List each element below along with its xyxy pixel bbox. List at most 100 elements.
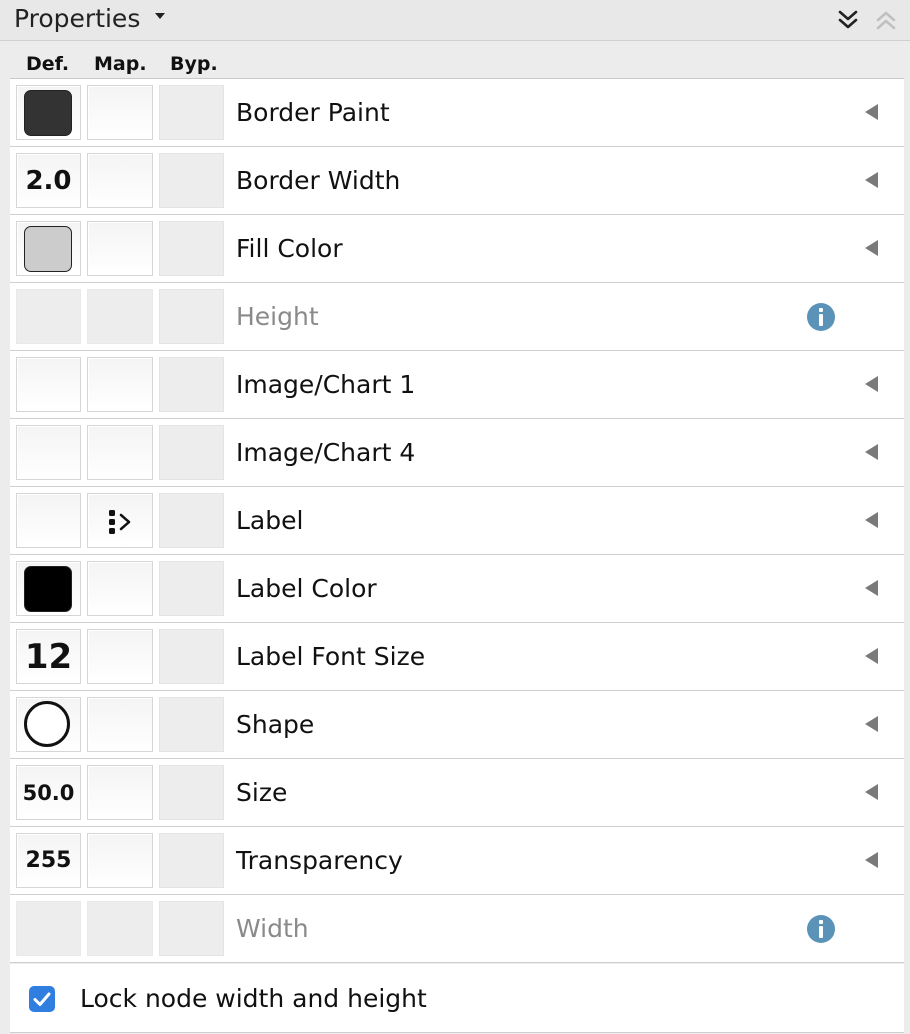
passthrough-mapping-icon — [109, 510, 131, 534]
default-value-cell[interactable] — [16, 221, 81, 276]
default-value-cell[interactable] — [16, 85, 81, 140]
expand-arrow-icon[interactable] — [865, 580, 878, 596]
property-table: Border Paint 2.0 Border Width Fill Color Hei… — [10, 78, 904, 963]
default-value-cell[interactable]: 50.0 — [16, 765, 81, 820]
bypass-cell[interactable] — [159, 697, 224, 752]
lock-size-row: Lock node width and height — [10, 964, 904, 1033]
property-row[interactable]: Fill Color — [10, 215, 904, 283]
default-value-cell[interactable] — [16, 425, 81, 480]
property-name: Label — [236, 506, 304, 535]
mapping-cell — [87, 901, 153, 956]
ellipse-shape-icon — [24, 701, 70, 747]
default-value-cell[interactable] — [16, 561, 81, 616]
bypass-cell[interactable] — [159, 765, 224, 820]
expand-arrow-icon[interactable] — [865, 852, 878, 868]
property-row[interactable]: Image/Chart 1 — [10, 351, 904, 419]
column-headers: Def. Map. Byp. — [0, 40, 910, 78]
expand-arrow-icon[interactable] — [865, 104, 878, 120]
property-name: Size — [236, 778, 288, 807]
bypass-cell[interactable] — [159, 493, 224, 548]
expand-arrow-icon[interactable] — [865, 172, 878, 188]
info-icon[interactable] — [807, 915, 835, 943]
expand-arrow-icon[interactable] — [865, 376, 878, 392]
property-name: Fill Color — [236, 234, 343, 263]
property-row[interactable]: Label Color — [10, 555, 904, 623]
properties-header: Properties — [0, 0, 910, 41]
property-row[interactable]: Height — [10, 283, 904, 351]
info-icon[interactable] — [807, 303, 835, 331]
expand-arrow-icon[interactable] — [865, 512, 878, 528]
expand-arrow-icon[interactable] — [865, 648, 878, 664]
double-chevron-down-icon[interactable] — [836, 8, 860, 32]
property-name: Width — [236, 914, 309, 943]
default-value-cell[interactable]: 2.0 — [16, 153, 81, 208]
property-row[interactable]: Image/Chart 4 — [10, 419, 904, 487]
default-value-text: 255 — [25, 848, 72, 873]
double-chevron-up-icon[interactable] — [874, 8, 898, 32]
default-value-cell[interactable] — [16, 357, 81, 412]
mapping-cell[interactable] — [87, 493, 153, 548]
default-value-cell — [16, 901, 81, 956]
mapping-cell[interactable] — [87, 153, 153, 208]
property-row[interactable]: Border Paint — [10, 79, 904, 147]
bypass-cell — [159, 901, 224, 956]
bypass-cell[interactable] — [159, 357, 224, 412]
bypass-cell[interactable] — [159, 85, 224, 140]
default-value-cell[interactable] — [16, 697, 81, 752]
bypass-cell — [159, 289, 224, 344]
property-row[interactable]: Width — [10, 895, 904, 963]
mapping-cell[interactable] — [87, 357, 153, 412]
default-value-cell[interactable]: 12 — [16, 629, 81, 684]
column-header-byp: Byp. — [170, 53, 218, 75]
expand-arrow-icon[interactable] — [865, 784, 878, 800]
column-header-def: Def. — [26, 53, 70, 75]
property-row[interactable]: 255 Transparency — [10, 827, 904, 895]
mapping-cell — [87, 289, 153, 344]
default-value-text: 50.0 — [22, 780, 75, 805]
expand-arrow-icon[interactable] — [865, 240, 878, 256]
mapping-cell[interactable] — [87, 697, 153, 752]
mapping-cell[interactable] — [87, 85, 153, 140]
lock-size-label[interactable]: Lock node width and height — [80, 983, 427, 1015]
checkmark-icon — [33, 992, 51, 1006]
property-name: Shape — [236, 710, 315, 739]
property-name: Border Width — [236, 166, 401, 195]
property-name: Label Font Size — [236, 642, 426, 671]
bypass-cell[interactable] — [159, 629, 224, 684]
color-swatch — [24, 90, 72, 136]
bypass-cell[interactable] — [159, 833, 224, 888]
default-value-text: 2.0 — [25, 165, 72, 196]
property-name: Transparency — [236, 846, 403, 875]
bypass-cell[interactable] — [159, 561, 224, 616]
mapping-cell[interactable] — [87, 561, 153, 616]
mapping-cell[interactable] — [87, 425, 153, 480]
mapping-cell[interactable] — [87, 221, 153, 276]
bypass-cell[interactable] — [159, 425, 224, 480]
lock-size-checkbox[interactable] — [29, 986, 55, 1012]
color-swatch — [24, 226, 72, 272]
property-row[interactable]: Label — [10, 487, 904, 555]
default-value-cell[interactable] — [16, 493, 81, 548]
property-name: Border Paint — [236, 98, 390, 127]
bypass-cell[interactable] — [159, 221, 224, 276]
property-row[interactable]: 12 Label Font Size — [10, 623, 904, 691]
panel-title[interactable]: Properties — [14, 3, 140, 35]
property-name: Image/Chart 4 — [236, 438, 416, 467]
color-swatch — [24, 566, 72, 612]
property-name: Height — [236, 302, 319, 331]
property-name: Image/Chart 1 — [236, 370, 416, 399]
mapping-cell[interactable] — [87, 765, 153, 820]
property-row[interactable]: 2.0 Border Width — [10, 147, 904, 215]
column-header-map: Map. — [94, 53, 147, 75]
caret-down-icon[interactable] — [155, 13, 165, 19]
bypass-cell[interactable] — [159, 153, 224, 208]
expand-arrow-icon[interactable] — [865, 716, 878, 732]
default-value-text: 12 — [24, 636, 73, 677]
mapping-cell[interactable] — [87, 629, 153, 684]
mapping-cell[interactable] — [87, 833, 153, 888]
property-row[interactable]: Shape — [10, 691, 904, 759]
expand-arrow-icon[interactable] — [865, 444, 878, 460]
default-value-cell[interactable]: 255 — [16, 833, 81, 888]
property-row[interactable]: 50.0 Size — [10, 759, 904, 827]
default-value-cell — [16, 289, 81, 344]
